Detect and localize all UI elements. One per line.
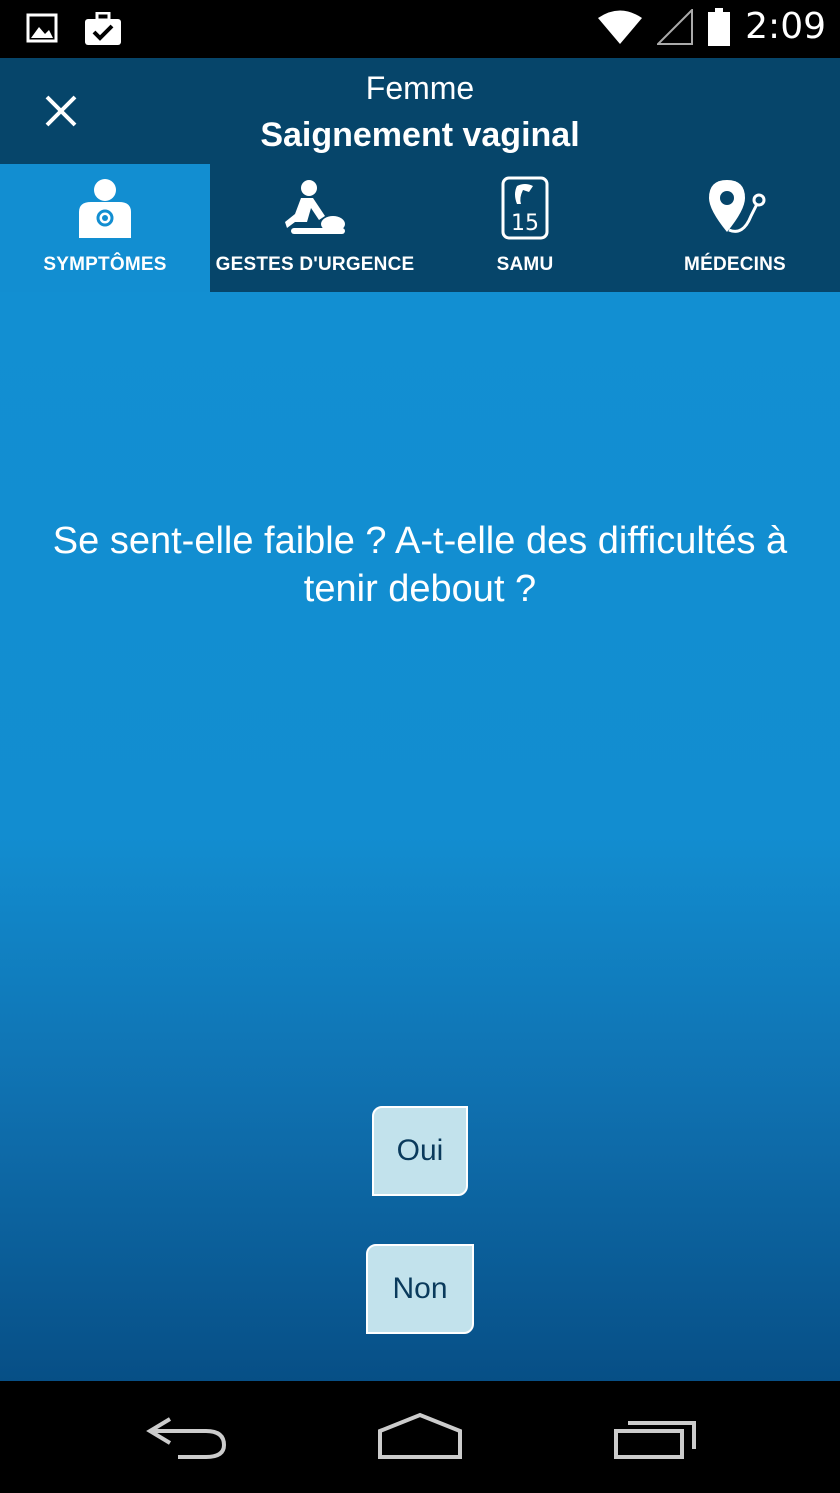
tab-label: GESTES D'URGENCE — [215, 254, 415, 275]
recents-icon — [614, 1421, 696, 1459]
home-icon — [378, 1412, 462, 1459]
status-bar: 2:09 — [0, 0, 840, 58]
stethoscope-icon — [709, 180, 766, 233]
header-subtitle: Femme — [365, 70, 475, 106]
main-content: Se sent-elle faible ? A-t-elle des diffi… — [0, 292, 840, 1381]
status-time: 2:09 — [745, 6, 826, 47]
image-icon — [26, 13, 58, 43]
briefcase-check-icon — [85, 12, 121, 45]
phone-15-icon: 15 — [501, 176, 549, 240]
no-button[interactable]: Non — [366, 1244, 474, 1334]
recents-button[interactable] — [608, 1409, 704, 1465]
battery-icon — [708, 7, 731, 46]
back-button[interactable] — [144, 1409, 240, 1465]
question-text: Se sent-elle faible ? A-t-elle des diffi… — [52, 520, 788, 610]
cpr-icon — [285, 180, 345, 234]
tab-symptomes[interactable]: SYMPTÔMES — [0, 164, 210, 292]
patient-icon — [79, 179, 131, 238]
back-icon — [146, 1417, 227, 1459]
home-button[interactable] — [374, 1409, 470, 1465]
signal-icon — [657, 8, 694, 45]
tab-samu[interactable]: 15 SAMU — [420, 164, 630, 292]
wifi-icon — [598, 10, 643, 44]
system-nav-bar — [0, 1381, 840, 1493]
tab-medecins[interactable]: MÉDECINS — [630, 164, 840, 292]
tab-label: MÉDECINS — [684, 254, 786, 275]
yes-button[interactable]: Oui — [372, 1106, 468, 1196]
tab-label: SYMPTÔMES — [43, 254, 167, 275]
notification-icons — [26, 12, 122, 46]
tab-label: SAMU — [496, 254, 554, 275]
page-title: Saignement vaginal — [260, 116, 580, 154]
app-header: Femme Saignement vaginal — [0, 58, 840, 164]
tab-bar: SYMPTÔMES GESTES D'URGENCE 15 SAMU MÉDEC… — [0, 164, 840, 292]
svg-text:15: 15 — [511, 211, 539, 236]
system-icons: 2:09 — [597, 6, 826, 47]
tab-gestes-urgence[interactable]: GESTES D'URGENCE — [210, 164, 420, 292]
